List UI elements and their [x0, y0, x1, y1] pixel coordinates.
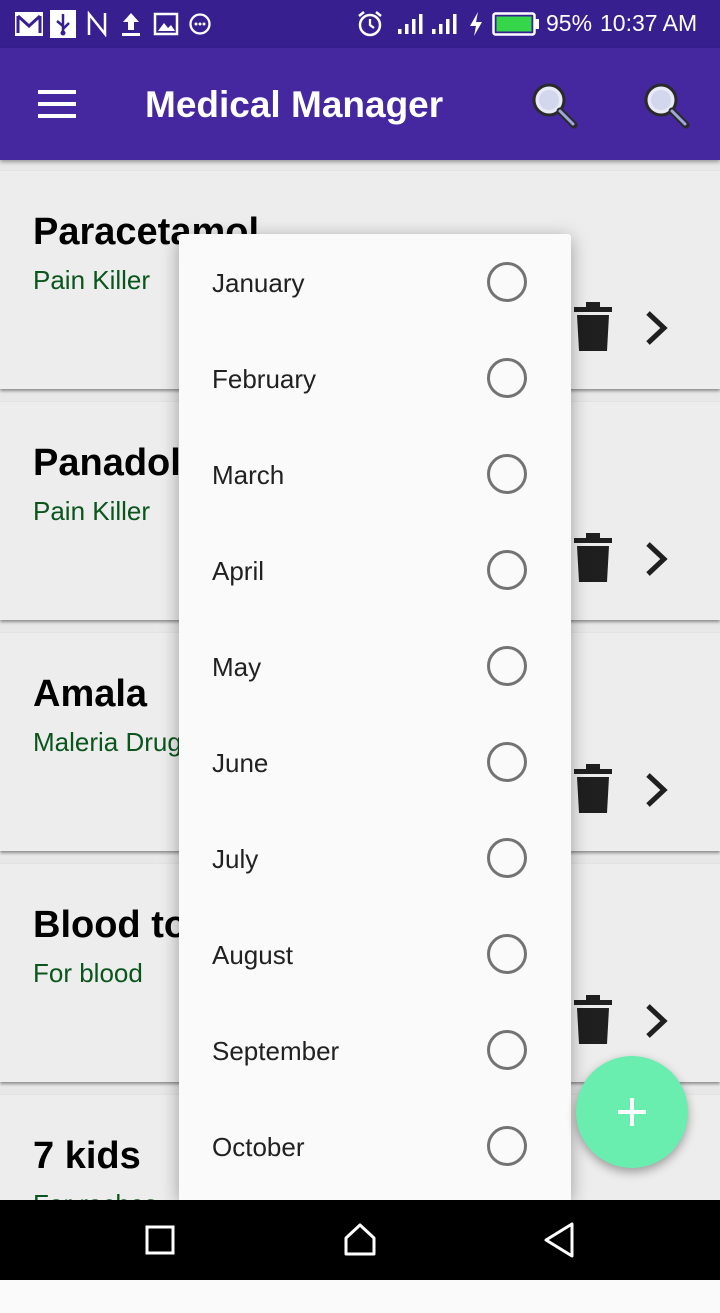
- month-option[interactable]: April: [179, 522, 571, 618]
- app-bar: Medical Manager: [0, 48, 720, 160]
- radio-button[interactable]: [487, 550, 527, 590]
- radio-button[interactable]: [487, 454, 527, 494]
- month-option[interactable]: January: [179, 234, 571, 330]
- month-label: April: [212, 556, 265, 586]
- month-option[interactable]: October: [179, 1098, 571, 1194]
- clock: 10:37 AM: [600, 10, 698, 36]
- month-label: May: [212, 652, 262, 682]
- radio-button[interactable]: [487, 646, 527, 686]
- month-option[interactable]: March: [179, 426, 571, 522]
- month-label: March: [212, 460, 285, 490]
- radio-button[interactable]: [487, 358, 527, 398]
- month-picker-dialog: January February March April May June Ju…: [179, 234, 571, 1200]
- month-label: October: [212, 1132, 305, 1162]
- radio-button[interactable]: [487, 742, 527, 782]
- charging-icon: [470, 12, 482, 36]
- month-label: August: [212, 940, 293, 970]
- signal-icon: [432, 14, 457, 34]
- add-medicine-button[interactable]: [576, 1056, 688, 1168]
- month-label: June: [212, 748, 269, 778]
- month-option[interactable]: July: [179, 810, 571, 906]
- app-title: Medical Manager: [145, 84, 444, 125]
- navigation-bar: [0, 1200, 720, 1280]
- gallery-icon: [153, 12, 179, 36]
- usb-icon: [50, 10, 76, 38]
- radio-button[interactable]: [487, 1030, 527, 1070]
- month-label: September: [212, 1036, 340, 1066]
- month-label: July: [212, 844, 259, 874]
- radio-button[interactable]: [487, 262, 527, 302]
- search-icon[interactable]: [526, 78, 582, 134]
- signal-icon: [398, 14, 423, 34]
- month-option[interactable]: May: [179, 618, 571, 714]
- month-label: February: [212, 364, 317, 394]
- month-option[interactable]: June: [179, 714, 571, 810]
- chat-icon: [189, 13, 211, 35]
- radio-button[interactable]: [487, 1126, 527, 1166]
- search-icon[interactable]: [638, 78, 694, 134]
- month-option[interactable]: September: [179, 1002, 571, 1098]
- menu-icon[interactable]: [30, 82, 82, 126]
- home-icon[interactable]: [342, 1220, 378, 1260]
- plus-icon: [618, 1098, 646, 1126]
- recents-icon[interactable]: [144, 1220, 176, 1260]
- upload-icon: [122, 13, 140, 36]
- battery-icon: [492, 12, 539, 36]
- alarm-icon: [358, 11, 382, 37]
- month-label: January: [212, 268, 305, 298]
- back-icon[interactable]: [542, 1220, 578, 1260]
- gmail-icon: [15, 12, 43, 36]
- radio-button[interactable]: [487, 838, 527, 878]
- battery-percent: 95%: [546, 10, 593, 36]
- month-option[interactable]: February: [179, 330, 571, 426]
- status-bar: 95% 10:37 AM: [0, 0, 720, 48]
- nfc-icon: [87, 11, 107, 37]
- month-option[interactable]: August: [179, 906, 571, 1002]
- radio-button[interactable]: [487, 934, 527, 974]
